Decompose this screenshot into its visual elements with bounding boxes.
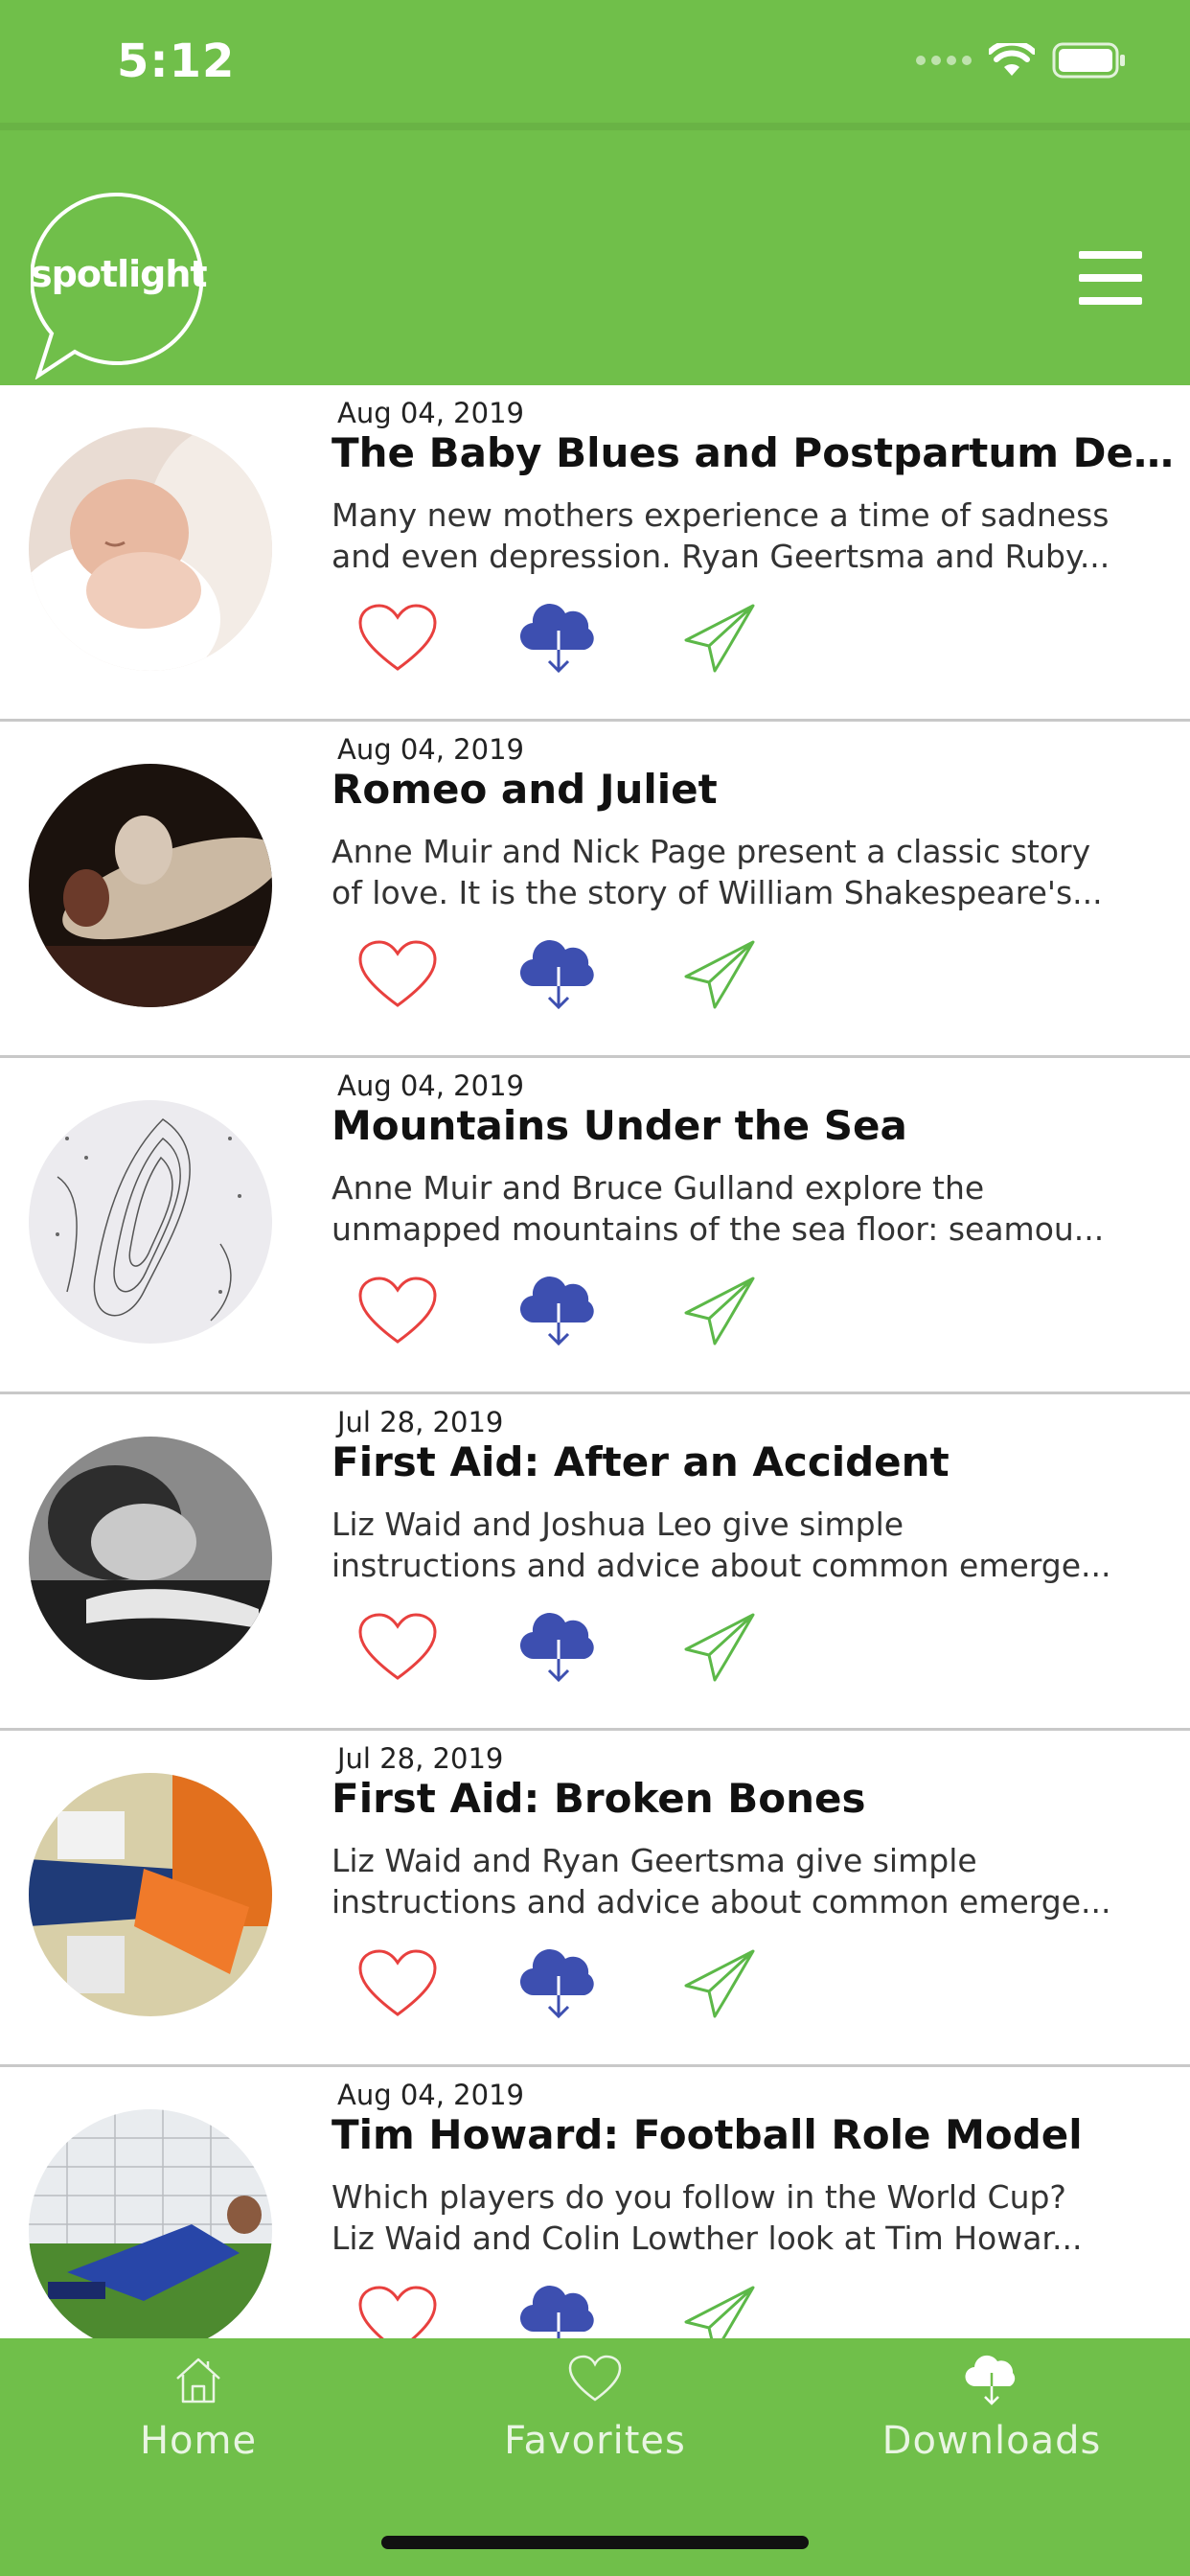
description-line: Many new mothers experience a time of sa… — [332, 496, 1110, 534]
item-title[interactable]: Mountains Under the Sea — [332, 1102, 1175, 1149]
item-date: Aug 04, 2019 — [337, 1070, 524, 1102]
app-header: 5:12 spotlight — [0, 0, 1190, 385]
item-title[interactable]: First Aid: After an Accident — [332, 1438, 1175, 1485]
heart-icon[interactable] — [356, 1275, 439, 1347]
signal-icon — [916, 56, 972, 65]
hamburger-menu-icon[interactable] — [1079, 251, 1142, 305]
item-date: Jul 28, 2019 — [337, 1742, 504, 1775]
status-icons — [916, 42, 1127, 79]
paper-plane-icon[interactable] — [680, 1947, 763, 2020]
list-item[interactable]: Aug 04, 2019 Tim Howard: Football Role M… — [0, 2067, 1190, 2338]
item-description: Liz Waid and Joshua Leo give simple inst… — [332, 1504, 1161, 1586]
item-description: Anne Muir and Nick Page present a classi… — [332, 831, 1161, 913]
description-line: Which players do you follow in the World… — [332, 2178, 1066, 2216]
paper-plane-icon[interactable] — [680, 602, 763, 675]
tab-home[interactable]: Home — [0, 2338, 397, 2478]
paper-plane-icon[interactable] — [680, 1611, 763, 1684]
home-indicator[interactable] — [381, 2536, 809, 2549]
description-line: Liz Waid and Joshua Leo give simple — [332, 1506, 904, 1543]
heart-icon[interactable] — [356, 2284, 439, 2338]
episode-list[interactable]: Aug 04, 2019 The Baby Blues and Postpart… — [0, 385, 1190, 2338]
heart-icon[interactable] — [356, 1611, 439, 1684]
item-description: Liz Waid and Ryan Geertsma give simple i… — [332, 1840, 1161, 1922]
heart-icon[interactable] — [356, 1947, 439, 2020]
leg-cast-photo — [29, 1773, 272, 2016]
heart-icon[interactable] — [356, 938, 439, 1011]
item-description: Which players do you follow in the World… — [332, 2176, 1161, 2259]
person-lying-down-photo — [29, 1437, 272, 1680]
heart-icon[interactable] — [356, 602, 439, 675]
cloud-download-icon[interactable] — [517, 1275, 600, 1347]
description-line: instructions and advice about common eme… — [332, 1883, 1111, 1920]
item-title[interactable]: Romeo and Juliet — [332, 766, 1175, 813]
item-date: Aug 04, 2019 — [337, 733, 524, 766]
item-date: Jul 28, 2019 — [337, 1406, 504, 1438]
cloud-download-icon[interactable] — [517, 1947, 600, 2020]
description-line: instructions and advice about common eme… — [332, 1547, 1111, 1584]
cloud-download-icon[interactable] — [517, 602, 600, 675]
item-date: Aug 04, 2019 — [337, 397, 524, 429]
cloud-download-icon[interactable] — [517, 2284, 600, 2338]
header-divider — [0, 123, 1190, 130]
tab-downloads-label: Downloads — [881, 2419, 1102, 2463]
list-item[interactable]: Jul 28, 2019 First Aid: Broken Bones Liz… — [0, 1731, 1190, 2067]
tab-favorites[interactable]: Favorites — [397, 2338, 793, 2478]
safe-area — [0, 2478, 1190, 2576]
item-title[interactable]: First Aid: Broken Bones — [332, 1775, 1175, 1822]
cloud-download-icon[interactable] — [517, 1611, 600, 1684]
item-date: Aug 04, 2019 — [337, 2079, 524, 2111]
description-line: Anne Muir and Nick Page present a classi… — [332, 833, 1091, 870]
list-item[interactable]: Aug 04, 2019 Mountains Under the Sea Ann… — [0, 1058, 1190, 1394]
wifi-icon — [989, 43, 1035, 76]
list-item[interactable]: Aug 04, 2019 The Baby Blues and Postpart… — [0, 385, 1190, 722]
item-title[interactable]: The Baby Blues and Postpartum Dep... — [332, 429, 1175, 476]
tab-downloads[interactable]: Downloads — [793, 2338, 1190, 2478]
description-line: Anne Muir and Bruce Gulland explore the — [332, 1169, 985, 1207]
battery-icon — [1052, 42, 1125, 79]
tab-home-label: Home — [139, 2419, 258, 2463]
list-item[interactable]: Aug 04, 2019 Romeo and Juliet Anne Muir … — [0, 722, 1190, 1058]
status-time: 5:12 — [117, 34, 236, 88]
heart-icon — [568, 2355, 622, 2402]
description-line: Liz Waid and Colin Lowther look at Tim H… — [332, 2220, 1083, 2257]
seafloor-map-image — [29, 1100, 272, 1344]
goalkeeper-photo — [29, 2109, 272, 2338]
tab-bar: Home Favorites Downloads — [0, 2338, 1190, 2478]
item-title[interactable]: Tim Howard: Football Role Model — [332, 2111, 1175, 2158]
logo-text: spotlight — [31, 253, 208, 295]
description-line: of love. It is the story of William Shak… — [332, 874, 1103, 911]
description-line: and even depression. Ryan Geertsma and R… — [332, 538, 1110, 575]
paper-plane-icon[interactable] — [680, 1275, 763, 1347]
paper-plane-icon[interactable] — [680, 938, 763, 1011]
description-line: Liz Waid and Ryan Geertsma give simple — [332, 1842, 977, 1879]
paper-plane-icon[interactable] — [680, 2284, 763, 2338]
description-line: unmapped mountains of the sea floor: sea… — [332, 1210, 1105, 1248]
cloud-download-icon[interactable] — [517, 938, 600, 1011]
house-icon — [176, 2358, 220, 2404]
list-item[interactable]: Jul 28, 2019 First Aid: After an Acciden… — [0, 1394, 1190, 1731]
spotlight-logo[interactable]: spotlight — [30, 192, 208, 380]
item-description: Many new mothers experience a time of sa… — [332, 494, 1161, 577]
theatre-stage-photo — [29, 764, 272, 1007]
tab-favorites-label: Favorites — [504, 2419, 686, 2463]
newborn-baby-photo — [29, 427, 272, 671]
cloud-download-icon — [965, 2355, 1016, 2405]
item-description: Anne Muir and Bruce Gulland explore the … — [332, 1167, 1161, 1250]
